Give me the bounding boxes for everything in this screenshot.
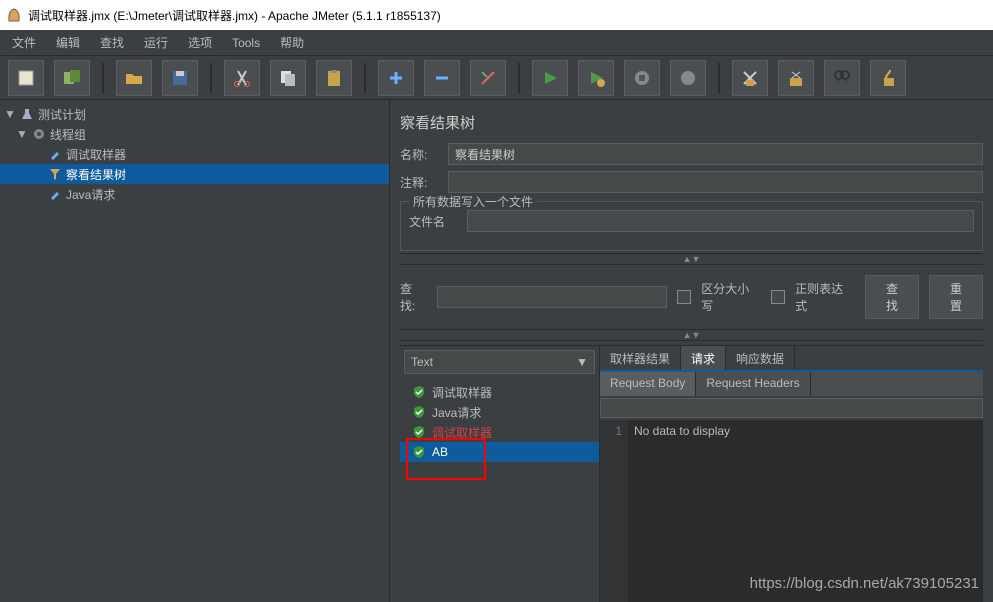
filename-label: 文件名 (409, 213, 459, 230)
editor-toolbar (600, 398, 983, 418)
result-details: 取样器结果 请求 响应数据 Request Body Request Heade… (600, 346, 983, 602)
start-no-timers-button[interactable] (578, 60, 614, 96)
tab-request[interactable]: 请求 (681, 346, 726, 370)
flask-icon (18, 106, 36, 122)
results-area: Text ▼ 调试取样器 Java请求 调试取样器 (400, 345, 983, 602)
case-sensitive-checkbox[interactable] (677, 290, 691, 304)
search-tree-button[interactable] (824, 60, 860, 96)
detail-tabs: 取样器结果 请求 响应数据 (600, 346, 983, 372)
menu-tools[interactable]: Tools (224, 33, 268, 53)
tree-java-request[interactable]: Java请求 (0, 184, 389, 204)
success-icon (412, 425, 426, 439)
success-icon (412, 445, 426, 459)
write-results-group: 所有数据写入一个文件 文件名 (400, 201, 983, 251)
funnel-icon (46, 166, 64, 182)
tab-sampler-result[interactable]: 取样器结果 (600, 346, 681, 370)
toolbar (0, 56, 993, 100)
result-label: Java请求 (432, 404, 481, 421)
menu-options[interactable]: 选项 (180, 31, 220, 54)
main-split: ▼ 测试计划 ▼ 线程组 调试取样器 察看结果树 Java请求 察看结果树 名称… (0, 100, 993, 602)
tree-thread-group[interactable]: ▼ 线程组 (0, 124, 389, 144)
result-label: 调试取样器 (432, 384, 492, 401)
success-icon (412, 405, 426, 419)
copy-button[interactable] (270, 60, 306, 96)
remove-button[interactable] (424, 60, 460, 96)
collapse-handle[interactable]: ▲▼ (400, 253, 983, 265)
result-row[interactable]: 调试取样器 (400, 422, 599, 442)
function-helper-button[interactable] (870, 60, 906, 96)
watermark: https://blog.csdn.net/ak739105231 (750, 575, 979, 592)
clear-all-button[interactable] (778, 60, 814, 96)
collapse-handle[interactable]: ▲▼ (400, 329, 983, 341)
result-label: AB (432, 445, 448, 459)
window-title-bar: 调试取样器.jmx (E:\Jmeter\调试取样器.jmx) - Apache… (0, 0, 993, 30)
tree-label: 测试计划 (38, 106, 86, 123)
renderer-select[interactable]: Text ▼ (404, 350, 595, 374)
cut-button[interactable] (224, 60, 260, 96)
filename-input[interactable] (467, 210, 974, 232)
menu-edit[interactable]: 编辑 (48, 31, 88, 54)
gear-icon (30, 126, 48, 142)
name-label: 名称: (400, 146, 440, 163)
regex-label: 正则表达式 (795, 280, 855, 314)
toggle-button[interactable] (470, 60, 506, 96)
panel-title: 察看结果树 (400, 112, 983, 133)
expand-icon[interactable]: ▼ (16, 127, 28, 141)
menu-file[interactable]: 文件 (4, 31, 44, 54)
write-results-label: 所有数据写入一个文件 (409, 193, 537, 210)
menu-bar: 文件 编辑 查找 运行 选项 Tools 帮助 (0, 30, 993, 56)
result-row[interactable]: AB (400, 442, 599, 462)
tree-debug-sampler[interactable]: 调试取样器 (0, 144, 389, 164)
search-input[interactable] (437, 286, 667, 308)
tree-label: 察看结果树 (66, 166, 126, 183)
save-button[interactable] (162, 60, 198, 96)
dropper-icon (46, 186, 64, 202)
chevron-down-icon: ▼ (576, 355, 588, 369)
renderer-value: Text (411, 355, 433, 369)
templates-button[interactable] (54, 60, 90, 96)
menu-search[interactable]: 查找 (92, 31, 132, 54)
name-input[interactable] (448, 143, 983, 165)
clear-button[interactable] (732, 60, 768, 96)
expand-icon[interactable]: ▼ (4, 107, 16, 121)
search-button[interactable]: 查找 (865, 275, 919, 319)
subtab-request-body[interactable]: Request Body (600, 372, 696, 396)
add-button[interactable] (378, 60, 414, 96)
request-subtabs: Request Body Request Headers (600, 372, 983, 396)
start-button[interactable] (532, 60, 568, 96)
reset-button[interactable]: 重置 (929, 275, 983, 319)
result-list[interactable]: 调试取样器 Java请求 调试取样器 AB (400, 378, 599, 602)
regex-checkbox[interactable] (771, 290, 785, 304)
new-button[interactable] (8, 60, 44, 96)
tab-response[interactable]: 响应数据 (726, 346, 795, 370)
success-icon (412, 385, 426, 399)
tree-view-results[interactable]: 察看结果树 (0, 164, 389, 184)
tree-label: 线程组 (50, 126, 86, 143)
result-row[interactable]: 调试取样器 (400, 382, 599, 402)
case-sensitive-label: 区分大小写 (701, 280, 761, 314)
stop-button[interactable] (624, 60, 660, 96)
jmeter-icon (6, 7, 22, 23)
shutdown-button[interactable] (670, 60, 706, 96)
search-bar: 查找: 区分大小写 正则表达式 查找 重置 (400, 267, 983, 327)
window-title: 调试取样器.jmx (E:\Jmeter\调试取样器.jmx) - Apache… (28, 7, 441, 24)
tree-label: 调试取样器 (66, 146, 126, 163)
menu-help[interactable]: 帮助 (272, 31, 312, 54)
results-tree-pane: Text ▼ 调试取样器 Java请求 调试取样器 (400, 346, 600, 602)
open-button[interactable] (116, 60, 152, 96)
config-panel: 察看结果树 名称: 注释: 所有数据写入一个文件 文件名 ▲▼ 查找: 区分大小… (390, 100, 993, 602)
menu-run[interactable]: 运行 (136, 31, 176, 54)
result-row[interactable]: Java请求 (400, 402, 599, 422)
tree-root[interactable]: ▼ 测试计划 (0, 104, 389, 124)
paste-button[interactable] (316, 60, 352, 96)
line-gutter: 1 (600, 420, 628, 602)
dropper-icon (46, 146, 64, 162)
comment-input[interactable] (448, 171, 983, 193)
search-label: 查找: (400, 280, 427, 314)
subtab-request-headers[interactable]: Request Headers (696, 372, 810, 396)
result-label: 调试取样器 (432, 424, 492, 441)
test-plan-tree[interactable]: ▼ 测试计划 ▼ 线程组 调试取样器 察看结果树 Java请求 (0, 100, 390, 602)
tree-label: Java请求 (66, 186, 115, 203)
comment-label: 注释: (400, 174, 440, 191)
